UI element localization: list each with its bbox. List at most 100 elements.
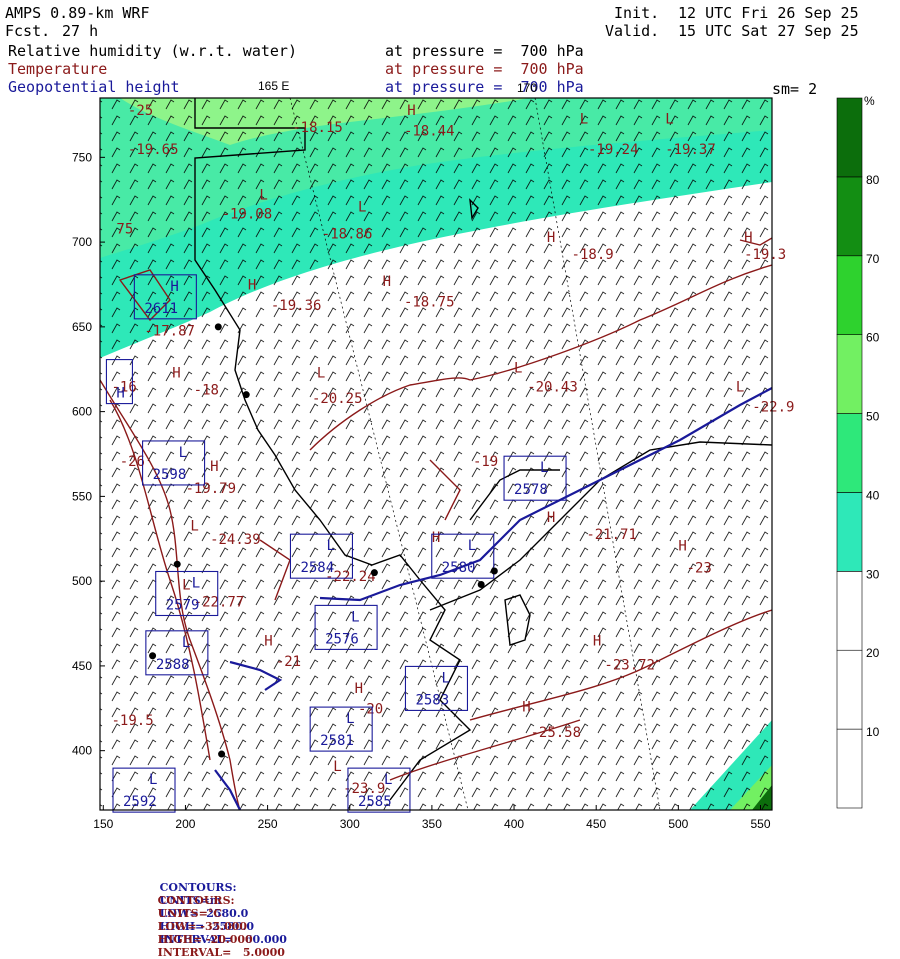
x-tick-label: 400	[504, 817, 524, 831]
height-center-marker: H	[170, 279, 178, 295]
temperature-label: -19.08	[222, 206, 273, 222]
temperature-label: -20.43	[527, 379, 578, 395]
pressure-center-marker: H	[210, 459, 218, 475]
pressure-center-marker: L	[514, 361, 522, 377]
footer-temp-interval: INTERVAL= 5.0000	[157, 946, 285, 959]
pressure-center-marker: H	[355, 681, 363, 697]
x-tick-label: 150	[93, 817, 113, 831]
temperature-label: -20	[358, 701, 383, 717]
temperature-label: -18.75	[404, 295, 455, 311]
pressure-center-marker: H	[172, 366, 180, 382]
height-label: 2611	[144, 301, 178, 317]
pressure-center-marker: H	[248, 278, 256, 294]
colorbar: 10 20 30 40 50 60 70 80	[836, 97, 880, 809]
colorbar-label: 30	[866, 567, 880, 581]
station-dot	[173, 560, 181, 568]
temperature-label: -26	[120, 454, 145, 470]
colorbar-label: 80	[866, 173, 880, 187]
height-center-marker: L	[540, 460, 548, 476]
footer-temp-label: CONTOURS:	[157, 894, 235, 907]
meridian-label-165e: 165 E	[258, 79, 289, 93]
pressure-center-marker: H	[522, 700, 530, 716]
footer-temp-line: CONTOURS: UNITS=°C LOW= -35.000 HIGH= -2…	[150, 881, 285, 959]
footer-temp-low: LOW= -35.000	[157, 920, 248, 933]
temperature-label: -23.72	[604, 657, 655, 673]
x-tick-label: 550	[750, 817, 770, 831]
height-label: 2578	[514, 482, 548, 498]
temperature-label: -25.58	[530, 725, 581, 741]
height-center-marker: L	[182, 635, 190, 651]
temperature-label: -19.3	[744, 247, 786, 263]
colorbar-label: 40	[866, 488, 880, 502]
height-label: 2584	[300, 560, 334, 576]
y-tick-label: 400	[72, 744, 92, 758]
footer-temp-high: HIGH= -20.000	[157, 933, 253, 946]
pressure-center-marker: L	[358, 200, 366, 216]
map-canvas: -25 -19.65 -18.15 H -18.44 -19.24 -19.37 -19.08…	[72, 79, 880, 831]
height-label: 2576	[325, 631, 359, 647]
height-center-marker: L	[468, 538, 476, 554]
temperature-label: -19.24	[588, 142, 639, 158]
temperature-label: -22.9	[752, 400, 794, 416]
x-tick-label: 350	[422, 817, 442, 831]
temperature-label: -19.37	[665, 142, 716, 158]
temperature-label: -17.87	[144, 323, 195, 339]
pressure-center-marker: H	[744, 230, 752, 246]
colorbar-segment	[836, 334, 863, 414]
station-dot	[490, 567, 498, 575]
temperature-label: 75	[116, 222, 133, 238]
colorbar-label: 50	[866, 410, 880, 424]
temperature-label: -18	[194, 383, 219, 399]
height-center-marker: L	[346, 711, 354, 727]
height-center-marker: L	[192, 575, 200, 591]
height-center-marker: L	[149, 772, 157, 788]
x-tick-label: 500	[668, 817, 688, 831]
pressure-center-marker: H	[547, 510, 555, 526]
x-tick-label: 450	[586, 817, 606, 831]
height-label: 2598	[153, 467, 187, 483]
pressure-center-marker: L	[333, 759, 341, 775]
height-label: 2583	[415, 692, 449, 708]
pressure-center-marker: H	[678, 539, 686, 555]
colorbar-label: 10	[866, 725, 880, 739]
pressure-center-marker: L	[259, 188, 267, 204]
height-label: 2581	[320, 733, 354, 749]
pressure-center-marker: L	[182, 578, 190, 594]
station-dot	[218, 750, 226, 758]
colorbar-segment	[836, 176, 863, 257]
pressure-center-marker: H	[593, 634, 601, 650]
temperature-label: -19.65	[128, 142, 179, 158]
footer-temp-units: UNITS=°C	[157, 907, 223, 920]
temperature-label: -18.15	[292, 120, 343, 136]
temperature-label: -19	[473, 454, 498, 470]
colorbar-label: 70	[866, 252, 880, 266]
colorbar-label: 20	[866, 646, 880, 660]
temperature-label: -24.39	[210, 532, 261, 548]
temperature-label: H	[407, 103, 415, 119]
pressure-center-marker: L	[190, 518, 198, 534]
colorbar-label: 60	[866, 331, 880, 345]
pressure-center-marker: L	[580, 111, 588, 127]
height-label: 2588	[156, 657, 190, 673]
height-center-marker: L	[326, 538, 334, 554]
x-tick-label: 250	[258, 817, 278, 831]
temperature-label: -18.9	[572, 247, 614, 263]
pressure-center-marker: L	[317, 366, 325, 382]
pressure-center-marker: L	[736, 379, 744, 395]
temperature-label: -23	[687, 561, 712, 577]
colorbar-segment	[836, 255, 863, 335]
y-tick-label: 650	[72, 320, 92, 334]
temperature-label: -19.5	[112, 713, 154, 729]
temperature-label: -22.77	[194, 595, 245, 611]
station-dot	[477, 581, 485, 589]
height-center-marker: L	[179, 445, 187, 461]
height-center-marker: L	[441, 670, 449, 686]
station-dot	[214, 323, 222, 331]
height-center-marker: L	[351, 609, 359, 625]
station-dot	[149, 652, 157, 660]
height-label: 2580	[442, 560, 476, 576]
height-center-marker: L	[384, 772, 392, 788]
colorbar-segment	[836, 413, 863, 493]
y-tick-label: 750	[72, 150, 92, 164]
station-dot	[242, 391, 250, 399]
